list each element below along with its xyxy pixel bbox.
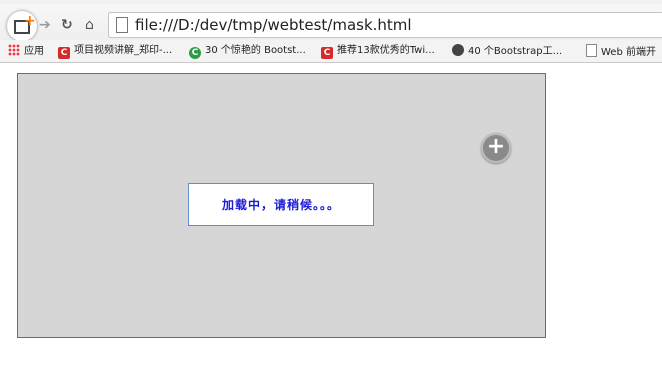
bookmark-item[interactable]: 40 个Bootstrap工...	[452, 44, 562, 59]
page-icon	[586, 44, 597, 57]
red-c-icon: C	[58, 47, 70, 59]
bookmark-item[interactable]: C 项目视频讲解_郑印-...	[58, 44, 172, 59]
reload-icon[interactable]: ↻	[61, 18, 73, 32]
page-viewport: 加载中，请稍候。。。 +	[0, 63, 662, 380]
browser-toolbar: + ➔ ↻ ⌂ file:///D:/dev/tmp/webtest/mask.…	[0, 4, 662, 41]
bookmark-item[interactable]: Web 前端开	[586, 44, 656, 60]
home-icon[interactable]: ⌂	[85, 18, 94, 32]
github-icon	[452, 44, 464, 56]
bookmark-item[interactable]: C 推荐13款优秀的Twi...	[321, 44, 435, 59]
red-c-icon: C	[321, 47, 333, 59]
bookmarks-bar: 应用 C 项目视频讲解_郑印-... C 30 个惊艳的 Bootst... C 推荐…	[0, 40, 662, 63]
green-c-icon: C	[189, 47, 201, 59]
address-bar[interactable]: file:///D:/dev/tmp/webtest/mask.html	[108, 12, 662, 38]
forward-icon[interactable]: ➔	[39, 18, 51, 32]
bookmark-label: 应用	[24, 46, 44, 57]
bookmark-label: 推荐13款优秀的Twi...	[337, 45, 435, 56]
loading-mask: 加载中，请稍候。。。 +	[17, 73, 546, 338]
new-tab-button[interactable]: +	[7, 11, 37, 41]
bookmark-label: 40 个Bootstrap工...	[468, 46, 563, 57]
plus-circle-icon[interactable]: +	[481, 133, 511, 163]
page-icon	[116, 17, 128, 33]
loading-text: 加载中，请稍候。。。	[221, 198, 340, 212]
bookmark-apps[interactable]: 应用	[8, 44, 44, 59]
bookmark-item[interactable]: C 30 个惊艳的 Bootst...	[189, 44, 306, 59]
plus-icon: +	[24, 13, 36, 29]
bookmark-label: 项目视频讲解_郑印-...	[74, 45, 173, 56]
url-text[interactable]: file:///D:/dev/tmp/webtest/mask.html	[135, 15, 412, 35]
apps-icon	[8, 44, 20, 56]
bookmark-label: Web 前端开	[601, 47, 656, 58]
bookmark-label: 30 个惊艳的 Bootst...	[205, 45, 306, 56]
loading-message-box: 加载中，请稍候。。。	[188, 183, 374, 226]
